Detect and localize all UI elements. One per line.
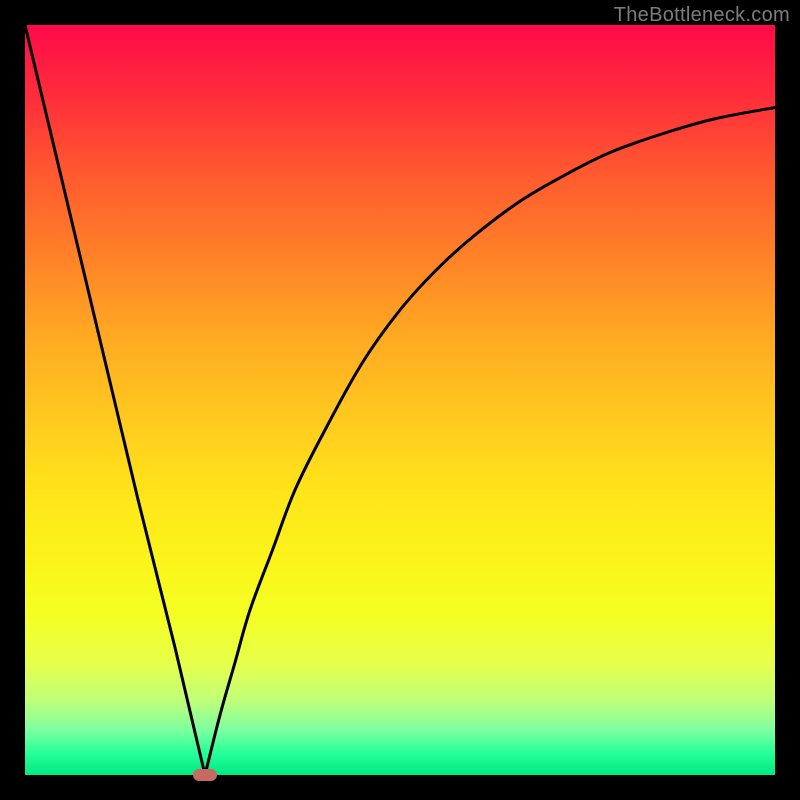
right-branch-line (205, 108, 775, 776)
curve-layer (25, 25, 775, 775)
watermark-text: TheBottleneck.com (614, 4, 790, 27)
plot-area (25, 25, 775, 775)
min-marker (193, 769, 217, 781)
left-branch-line (25, 25, 205, 775)
chart-frame: TheBottleneck.com (0, 0, 800, 800)
